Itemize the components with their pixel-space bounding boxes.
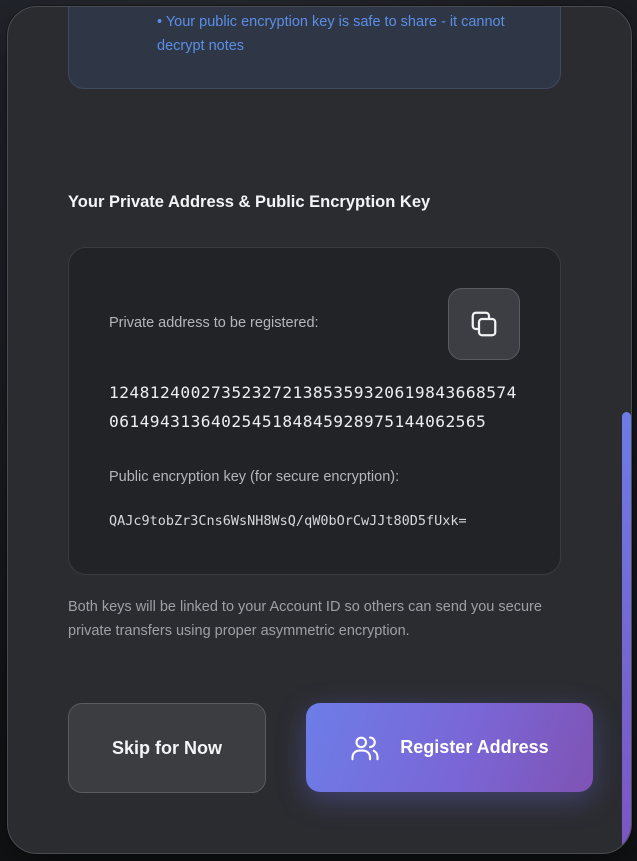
scrollbar-thumb[interactable] xyxy=(622,412,631,853)
copy-icon xyxy=(471,311,497,337)
address-line-1: 1248124002735232721385359320619843668574 xyxy=(109,383,517,402)
info-bullet: • Your public encryption key is safe to … xyxy=(157,14,505,54)
register-button-label: Register Address xyxy=(400,737,549,757)
address-label: Private address to be registered: xyxy=(109,315,319,331)
section-title: Your Private Address & Public Encryption… xyxy=(68,193,431,211)
users-icon xyxy=(351,735,379,760)
explanation-text: Both keys will be linked to your Account… xyxy=(68,599,542,639)
skip-button-label: Skip for Now xyxy=(111,737,222,758)
pubkey-label: Public encryption key (for secure encryp… xyxy=(109,469,400,485)
register-address-button[interactable]: Register Address xyxy=(306,703,593,792)
address-line-2: 0614943136402545184845928975144062565 xyxy=(109,412,487,431)
register-address-modal: • Your public encryption key is safe to … xyxy=(7,6,632,854)
copy-button[interactable] xyxy=(448,288,520,360)
pubkey-value: QAJc9tobZr3Cns6WsNH8WsQ/qW0bOrCwJJt80D5f… xyxy=(109,513,467,529)
skip-button[interactable]: Skip for Now xyxy=(68,703,266,793)
